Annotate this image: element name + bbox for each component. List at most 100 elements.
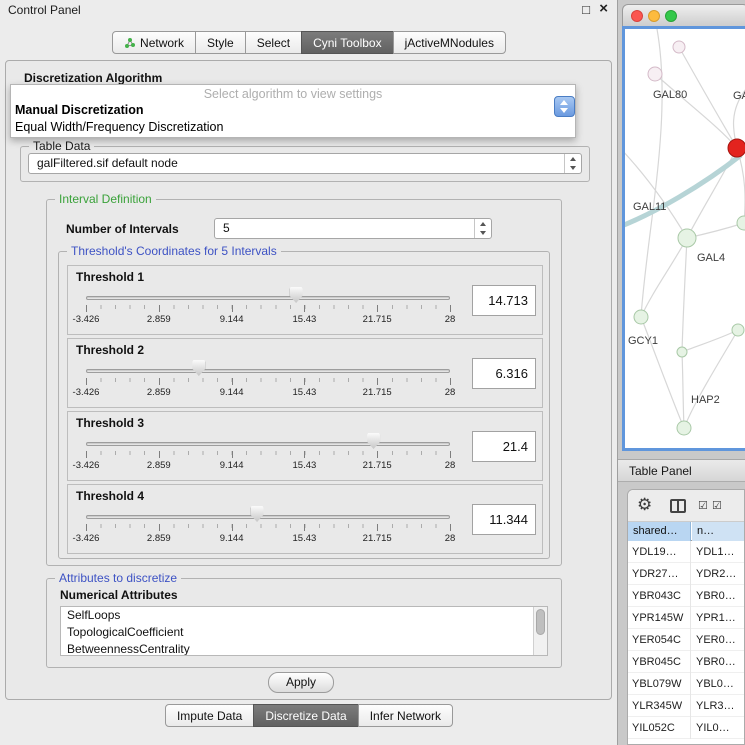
- close-panel-icon[interactable]: ×: [599, 0, 608, 17]
- network-view-window: GAL80GAGAL11GAL4GCY1HAP2: [622, 4, 745, 451]
- algorithm-option-manual-discretization[interactable]: Manual Discretization: [15, 103, 144, 117]
- table-row[interactable]: YBR045CYBR0…: [628, 651, 744, 673]
- numerical-attribute-item[interactable]: BetweennessCentrality: [61, 641, 547, 656]
- network-node[interactable]: [673, 41, 685, 53]
- table-cell: YIL052C: [628, 717, 691, 739]
- tab-discretize-data[interactable]: Discretize Data: [253, 704, 358, 727]
- tab-label: Select: [257, 36, 290, 50]
- slider-track: [86, 515, 450, 519]
- gear-icon[interactable]: ⚙: [637, 495, 652, 515]
- threshold-slider[interactable]: -3.4262.8599.14415.4321.71528: [86, 339, 450, 407]
- select-columns-icon[interactable]: ☑: [712, 499, 722, 512]
- combobox-arrows-icon: [474, 219, 491, 238]
- network-edge: [625, 155, 741, 227]
- select-all-icon[interactable]: ☑: [698, 499, 708, 512]
- tab-cyni-toolbox[interactable]: Cyni Toolbox: [301, 31, 393, 54]
- slider-thumb[interactable]: [251, 506, 264, 522]
- algorithm-option-equal-width-frequency-discretization[interactable]: Equal Width/Frequency Discretization: [15, 120, 223, 134]
- attribute-list-scrollbar[interactable]: [533, 607, 547, 655]
- tab-jactivemnodules[interactable]: jActiveMNodules: [393, 31, 506, 54]
- slider-tick-label: 9.144: [220, 460, 244, 471]
- table-row[interactable]: YIL052CYIL0…: [628, 717, 744, 739]
- slider-tick: [450, 378, 451, 385]
- tab-select[interactable]: Select: [245, 31, 302, 54]
- threshold-value-field[interactable]: 21.4: [472, 431, 536, 462]
- table-row[interactable]: YDR27…YDR2…: [628, 563, 744, 585]
- tab-label: Discretize Data: [265, 709, 346, 723]
- network-node[interactable]: [648, 67, 662, 81]
- slider-tick: [450, 305, 451, 312]
- slider-tick: [304, 524, 305, 531]
- threshold-value-field[interactable]: 11.344: [472, 504, 536, 535]
- network-node[interactable]: [677, 421, 691, 435]
- slider-tick-label: 15.43: [293, 533, 317, 544]
- number-of-intervals-combobox[interactable]: 5: [214, 218, 492, 239]
- tab-impute-data[interactable]: Impute Data: [165, 704, 254, 727]
- zoom-window-icon[interactable]: [665, 10, 677, 22]
- slider-tick-label: 28: [445, 314, 456, 325]
- algorithm-combobox-stepper[interactable]: [554, 96, 575, 117]
- network-node-label: GA: [733, 90, 745, 102]
- table-row[interactable]: YDL19…YDL1…: [628, 541, 744, 563]
- network-canvas[interactable]: GAL80GAGAL11GAL4GCY1HAP2: [625, 29, 745, 451]
- network-node[interactable]: [677, 347, 687, 357]
- columns-icon[interactable]: [670, 499, 686, 513]
- table-row[interactable]: YER054CYER0…: [628, 629, 744, 651]
- network-edge: [679, 47, 737, 148]
- network-node[interactable]: [678, 229, 696, 247]
- algorithm-dropdown-popup: Select algorithm to view settings Manual…: [10, 84, 576, 138]
- table-row[interactable]: YLR345WYLR3…: [628, 695, 744, 717]
- column-header-shared-name[interactable]: shared…: [628, 522, 691, 541]
- network-node[interactable]: [634, 310, 648, 324]
- numerical-attribute-item[interactable]: SelfLoops: [61, 607, 547, 624]
- network-node[interactable]: [732, 324, 744, 336]
- table-data-combobox[interactable]: galFiltered.sif default node: [28, 153, 582, 174]
- numerical-attribute-item[interactable]: TopologicalCoefficient: [61, 624, 547, 641]
- threshold-value-field[interactable]: 14.713: [472, 285, 536, 316]
- tab-infer-network[interactable]: Infer Network: [358, 704, 453, 727]
- table-cell: YER0…: [692, 629, 744, 651]
- tab-label: Infer Network: [370, 709, 441, 723]
- tab-style[interactable]: Style: [195, 31, 246, 54]
- threshold-slider[interactable]: -3.4262.8599.14415.4321.71528: [86, 485, 450, 553]
- tab-network[interactable]: Network: [112, 31, 196, 54]
- threshold-block-4: Threshold 4-3.4262.8599.14415.4321.71528…: [67, 484, 543, 554]
- table-cell: YBR0…: [692, 651, 744, 673]
- threshold-slider[interactable]: -3.4262.8599.14415.4321.71528: [86, 412, 450, 480]
- numerical-attributes-list[interactable]: SelfLoopsTopologicalCoefficientBetweenne…: [60, 606, 548, 656]
- slider-tick: [377, 378, 378, 385]
- threshold-value-field[interactable]: 6.316: [472, 358, 536, 389]
- table-row[interactable]: YBR043CYBR0…: [628, 585, 744, 607]
- bottom-tab-bar: Impute Data Discretize Data Infer Network: [0, 704, 618, 727]
- table-row[interactable]: YBL079WYBL0…: [628, 673, 744, 695]
- network-window-titlebar[interactable]: [622, 4, 745, 26]
- float-window-icon[interactable]: □: [582, 2, 590, 17]
- network-node-label: HAP2: [691, 394, 720, 406]
- network-node[interactable]: [728, 139, 745, 157]
- network-node[interactable]: [737, 216, 745, 230]
- slider-minor-ticks: [86, 305, 450, 309]
- network-icon: [124, 37, 136, 49]
- top-tab-bar: NetworkStyle Select Cyni ToolboxjActiveMNo…: [0, 31, 618, 54]
- apply-button[interactable]: Apply: [268, 672, 334, 693]
- slider-tick-label: 9.144: [220, 314, 244, 325]
- network-edge: [682, 352, 684, 428]
- scrollbar-thumb[interactable]: [536, 609, 545, 635]
- minimize-window-icon[interactable]: [648, 10, 660, 22]
- slider-thumb[interactable]: [290, 287, 303, 303]
- threshold-slider[interactable]: -3.4262.8599.14415.4321.71528: [86, 266, 450, 334]
- close-window-icon[interactable]: [631, 10, 643, 22]
- slider-tick: [232, 524, 233, 531]
- table-cell: YDL19…: [628, 541, 691, 563]
- slider-tick-label: 28: [445, 533, 456, 544]
- column-header-name[interactable]: n…: [692, 522, 744, 541]
- table-row[interactable]: YPR145WYPR1…: [628, 607, 744, 629]
- table-header-row: shared… n…: [628, 522, 744, 541]
- table-panel-title: Table Panel: [629, 464, 692, 478]
- slider-thumb[interactable]: [192, 360, 205, 376]
- slider-tick: [232, 305, 233, 312]
- slider-thumb[interactable]: [367, 433, 380, 449]
- slider-tick: [377, 451, 378, 458]
- table-cell: YBR0…: [692, 585, 744, 607]
- slider-tick: [232, 451, 233, 458]
